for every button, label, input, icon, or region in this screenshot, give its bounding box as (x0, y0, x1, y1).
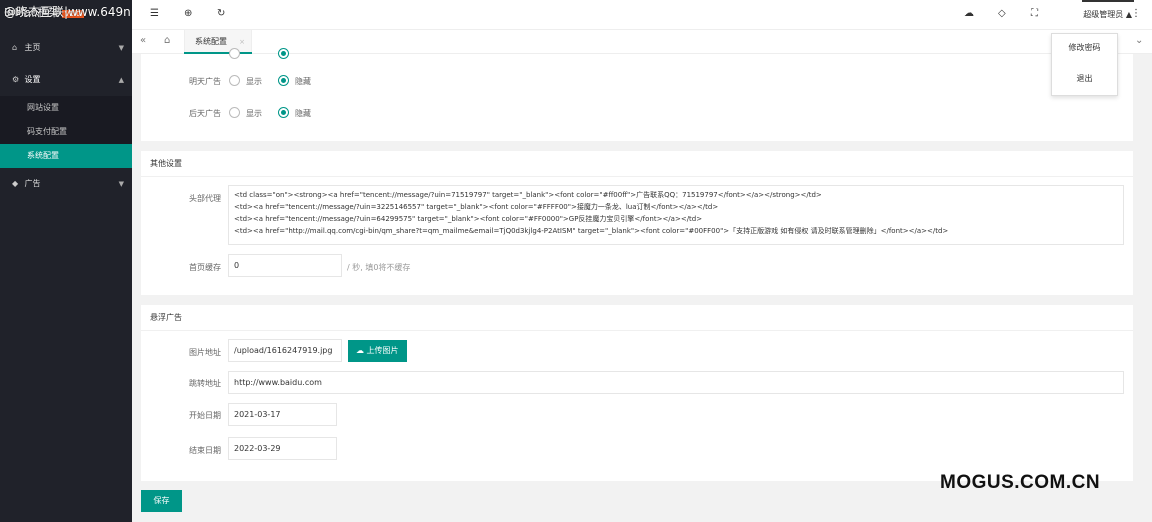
sidebar-item-site-settings[interactable]: 网站设置 (0, 96, 132, 120)
ads-display-card: 明天广告 显示 隐藏 后天广告 显示 隐藏 (141, 48, 1133, 141)
after-tomorrow-ad-hide-radio[interactable] (278, 107, 289, 118)
radio-label: 显示 (246, 109, 262, 118)
image-url-label: 图片地址 (189, 348, 221, 357)
watermark-bottom: MOGUS.COM.CN (940, 472, 1101, 493)
watermark-top: @晓杰互联|www.649n (4, 5, 131, 19)
change-password-item[interactable]: 修改密码 (1052, 34, 1117, 65)
sidebar-item-pay-config[interactable]: 码支付配置 (0, 120, 132, 144)
tomorrow-ad-hide-radio[interactable] (278, 75, 289, 86)
logout-item[interactable]: 退出 (1052, 65, 1117, 96)
tab-menu-icon[interactable]: ⌄ (1135, 35, 1143, 46)
sidebar-item-settings[interactable]: ⚙ 设置 ▲ (0, 64, 132, 96)
cache-label: 首页缓存 (189, 263, 221, 272)
tomorrow-ad-show-radio[interactable] (229, 75, 240, 86)
gear-icon: ⚙ (12, 75, 20, 84)
link-url-label: 跳转地址 (189, 379, 221, 388)
diamond-icon: ◆ (12, 179, 19, 188)
radio-label: 隐藏 (295, 77, 311, 86)
tag-icon[interactable]: ◇ (998, 8, 1006, 19)
menu-toggle-icon[interactable]: ☰ (150, 8, 159, 19)
radio-partial[interactable] (229, 48, 240, 59)
card-title: 悬浮广告 (141, 305, 1133, 331)
after-tomorrow-ad-show-radio[interactable] (229, 107, 240, 118)
refresh-icon[interactable]: ↻ (217, 8, 225, 19)
caret-down-icon: ▼ (118, 180, 124, 188)
top-header: ☰ ⊕ ↻ ☁ ◇ ⛶ 超级管理员 ▲ ⋮ (132, 0, 1152, 30)
more-vertical-icon[interactable]: ⋮ (1131, 8, 1141, 19)
after-tomorrow-ad-label: 后天广告 (189, 109, 221, 118)
sidebar-item-label: 设置 (24, 75, 41, 84)
end-date-input[interactable]: 2022-03-29 (228, 437, 337, 460)
card-title: 其他设置 (141, 151, 1133, 177)
sidebar-item-label: 主页 (24, 43, 41, 52)
fullscreen-icon[interactable]: ⛶ (1031, 8, 1038, 19)
caret-down-icon: ▼ (118, 44, 124, 52)
tomorrow-ad-label: 明天广告 (189, 77, 221, 86)
image-url-input[interactable]: /upload/1616247919.jpg (228, 339, 342, 362)
settings-submenu: 网站设置 码支付配置 系统配置 (0, 96, 132, 168)
radio-label: 隐藏 (295, 109, 311, 118)
sidebar-item-ads[interactable]: ◆ 广告 ▼ (0, 168, 132, 200)
upload-image-button[interactable]: ☁ 上传图片 (348, 340, 407, 362)
float-ad-card: 悬浮广告 图片地址 /upload/1616247919.jpg ☁ 上传图片 … (141, 305, 1133, 481)
cache-hint: / 秒, 填0将不缓存 (347, 263, 411, 272)
tab-scroll-left-icon[interactable]: « (140, 35, 146, 46)
start-date-input[interactable]: 2021-03-17 (228, 403, 337, 426)
home-icon: ⌂ (12, 43, 18, 52)
admin-active-indicator (1082, 0, 1134, 2)
save-button[interactable]: 保存 (141, 490, 182, 512)
admin-menu[interactable]: 超级管理员 ▲ (1083, 9, 1132, 20)
header-code-textarea[interactable]: <td class="on"><strong><a href="tencent:… (228, 185, 1124, 245)
globe-icon[interactable]: ⊕ (184, 8, 192, 19)
close-icon[interactable]: × (239, 30, 245, 54)
cache-input[interactable]: 0 (228, 254, 342, 277)
admin-label: 超级管理员 (1083, 10, 1124, 19)
admin-dropdown: 修改密码 退出 (1051, 33, 1118, 96)
end-date-label: 结束日期 (189, 446, 221, 455)
sidebar-item-label: 广告 (24, 179, 41, 188)
theme-icon[interactable]: ☁ (964, 8, 974, 19)
header-code-label: 头部代理 (189, 194, 221, 203)
link-url-input[interactable]: http://www.baidu.com (228, 371, 1124, 394)
cloud-upload-icon: ☁ (356, 346, 364, 355)
radio-label: 显示 (246, 77, 262, 86)
sidebar-item-system-config[interactable]: 系统配置 (0, 144, 132, 168)
upload-label: 上传图片 (366, 346, 399, 355)
tab-label: 系统配置 (195, 37, 227, 46)
radio-partial-selected[interactable] (278, 48, 289, 59)
other-settings-card: 其他设置 头部代理 <td class="on"><strong><a href… (141, 151, 1133, 295)
tab-system-config[interactable]: 系统配置 × (184, 30, 252, 54)
sidebar-item-home[interactable]: ⌂ 主页 ▼ (0, 32, 132, 64)
caret-up-icon: ▲ (118, 76, 124, 84)
sidebar: BiMao框架 V1.0 ⌂ 主页 ▼ ⚙ 设置 ▲ 网站设置 码支付配置 系统配… (0, 0, 132, 522)
start-date-label: 开始日期 (189, 411, 221, 420)
home-tab-icon[interactable]: ⌂ (164, 35, 170, 46)
